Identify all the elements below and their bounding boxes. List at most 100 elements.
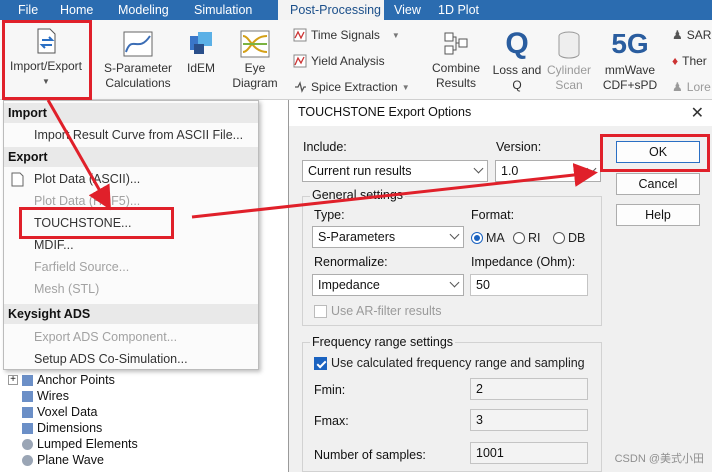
menu-item-import-ascii[interactable]: Import Result Curve from ASCII File... — [34, 128, 243, 142]
expand-icon[interactable]: + — [8, 375, 18, 385]
s-parameter-label-2: Calculations — [105, 76, 171, 90]
dialog-title: TOUCHSTONE Export Options — [289, 100, 712, 126]
format-db-radio[interactable]: DB — [553, 231, 585, 245]
menu-item-farfield[interactable]: Farfield Source... — [34, 260, 129, 274]
mmwave-button[interactable]: 5G mmWave CDF+sPD — [600, 28, 660, 93]
menu-item-setup-ads[interactable]: Setup ADS Co-Simulation... — [34, 352, 188, 366]
menu-item-mdif[interactable]: MDIF... — [34, 238, 74, 252]
gear-icon — [22, 438, 33, 450]
yield-analysis-icon — [293, 54, 307, 68]
fmin-input[interactable]: 2 — [470, 378, 588, 400]
tab-1d-plot[interactable]: 1D Plot — [430, 0, 490, 20]
tab-modeling[interactable]: Modeling — [118, 0, 194, 20]
menu-item-mesh[interactable]: Mesh (STL) — [34, 282, 99, 296]
combine-label-2: Results — [435, 76, 476, 90]
menu-item-plot-ascii[interactable]: Plot Data (ASCII)... — [34, 172, 140, 186]
include-value: Current run results — [308, 164, 412, 178]
use-calculated-checkbox[interactable]: Use calculated frequency range and sampl… — [314, 356, 585, 370]
menu-item-plot-hdf5[interactable]: Plot Data (HDF5)... — [34, 194, 140, 208]
loss-label-1: Loss and — [492, 63, 542, 77]
watermark: CSDN @美式小田 — [614, 453, 704, 465]
tab-file[interactable]: File — [18, 0, 60, 20]
general-settings-title: General settings — [310, 188, 406, 202]
renormalize-value: Impedance — [318, 278, 380, 292]
help-button[interactable]: Help — [616, 204, 700, 226]
yield-analysis-button[interactable]: Yield Analysis — [293, 54, 385, 68]
tab-home[interactable]: Home — [60, 0, 118, 20]
tree-item-voxel-data[interactable]: Voxel Data — [22, 405, 97, 419]
sar-label: SAR — [686, 28, 712, 42]
spice-extraction-label: Spice Extraction — [311, 80, 398, 94]
version-select[interactable]: 1.0 — [495, 160, 601, 182]
thermal-label: Ther — [682, 54, 707, 68]
tree-item-dimensions[interactable]: Dimensions — [22, 421, 102, 435]
version-label: Version: — [496, 140, 542, 154]
chevron-down-icon — [449, 277, 460, 288]
idem-label: IdEM — [186, 61, 215, 75]
tab-view[interactable]: View — [384, 0, 430, 20]
type-value: S-Parameters — [318, 230, 396, 244]
idem-button[interactable]: IdEM — [183, 30, 219, 76]
highlight-import-export — [2, 20, 92, 100]
cylinder-scan-button[interactable]: Cylinder Scan — [544, 30, 594, 93]
cancel-button[interactable]: Cancel — [616, 173, 700, 195]
tree-item-plane-wave[interactable]: Plane Wave — [22, 453, 104, 467]
5g-icon: 5G — [611, 28, 649, 59]
mmwave-label-1: mmWave — [604, 63, 656, 77]
tree-item-anchor-points[interactable]: + Anchor Points — [8, 373, 115, 387]
impedance-label: Impedance (Ohm): — [471, 255, 576, 269]
tree-label: Voxel Data — [37, 405, 98, 419]
sar-button[interactable]: ♟ SAR — [672, 28, 711, 42]
spice-extraction-button[interactable]: Spice Extraction ▼ — [293, 80, 410, 94]
thermal-button[interactable]: ♦ Ther — [672, 54, 707, 68]
format-ri-radio[interactable]: RI — [513, 231, 541, 245]
include-select[interactable]: Current run results — [302, 160, 488, 182]
combine-label-1: Combine — [431, 61, 481, 75]
chevron-down-icon — [449, 229, 460, 240]
tab-post-processing[interactable]: Post-Processing — [278, 0, 384, 20]
radio-icon — [513, 232, 525, 244]
cylinder-label-1: Cylinder — [546, 63, 591, 77]
close-icon[interactable]: ✕ — [691, 103, 704, 123]
samples-input[interactable]: 1001 — [470, 442, 588, 464]
fmax-input[interactable]: 3 — [470, 409, 588, 431]
format-label: Format: — [471, 208, 515, 222]
menu-header-ads: Keysight ADS — [8, 307, 91, 321]
mmwave-label-2: CDF+sPD — [602, 78, 658, 92]
chevron-down-icon — [586, 163, 597, 174]
checkbox-checked-icon — [314, 356, 327, 370]
idem-icon — [190, 32, 212, 54]
type-label: Type: — [314, 208, 345, 222]
tree-label: Dimensions — [37, 421, 103, 435]
ar-filter-checkbox[interactable]: Use AR-filter results — [314, 304, 441, 318]
time-signals-button[interactable]: Time Signals ▼ — [293, 28, 400, 42]
yield-analysis-label: Yield Analysis — [311, 54, 385, 68]
folder-icon — [22, 390, 33, 402]
cylinder-scan-icon — [558, 31, 580, 59]
renormalize-select[interactable]: Impedance — [312, 274, 464, 296]
eye-diagram-button[interactable]: Eye Diagram — [230, 30, 280, 91]
tree-item-lumped-elements[interactable]: Lumped Elements — [22, 437, 138, 451]
combine-results-button[interactable]: Combine Results — [428, 30, 484, 91]
chevron-down-icon — [473, 163, 484, 174]
format-ma-label: MA — [486, 231, 505, 245]
folder-icon — [22, 406, 33, 418]
format-ma-radio[interactable]: MA — [471, 231, 505, 245]
tree-item-wires[interactable]: Wires — [22, 389, 69, 403]
version-value: 1.0 — [501, 164, 519, 178]
loss-and-q-button[interactable]: Q Loss and Q — [490, 28, 544, 93]
s-parameter-calculations-button[interactable]: S-Parameter Calculations — [98, 30, 178, 91]
spice-extraction-icon — [295, 81, 306, 93]
s-parameter-icon — [123, 31, 153, 57]
type-select[interactable]: S-Parameters — [312, 226, 464, 248]
checkbox-icon — [314, 304, 327, 318]
radio-selected-icon — [471, 232, 483, 244]
lorentz-button[interactable]: ♟ Lore — [672, 80, 711, 94]
radio-icon — [553, 232, 565, 244]
renormalize-label: Renormalize: — [314, 255, 388, 269]
tab-simulation[interactable]: Simulation — [194, 0, 278, 20]
impedance-input[interactable]: 50 — [470, 274, 588, 296]
folder-icon — [22, 422, 33, 434]
gear-icon — [22, 454, 33, 466]
menu-item-export-ads[interactable]: Export ADS Component... — [34, 330, 177, 344]
